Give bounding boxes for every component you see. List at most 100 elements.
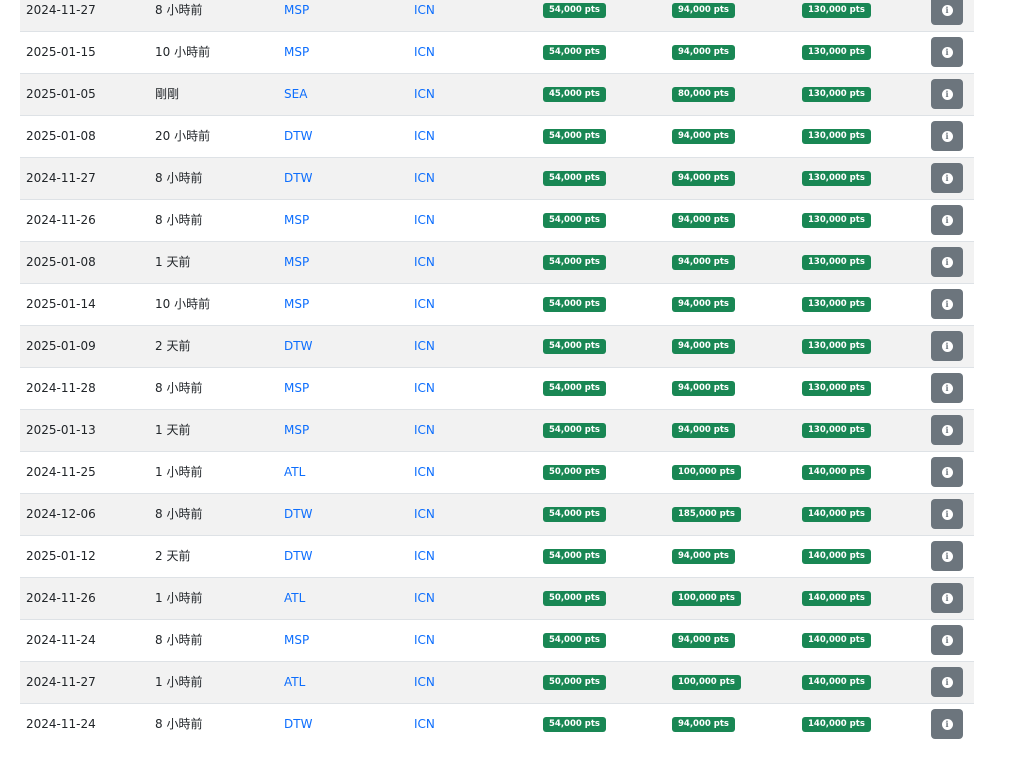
updated-ago-cell: 2 天前 [155,549,191,563]
destination-airport-link[interactable]: ICN [414,171,435,185]
info-button[interactable]: i [931,457,963,487]
updated-ago-cell: 8 小時前 [155,633,203,647]
info-button[interactable]: i [931,709,963,739]
table-row: 2024-11-26 1 小時前 ATL ICN 50,000 pts 100,… [20,577,974,619]
info-icon: i [941,676,953,688]
destination-airport-link[interactable]: ICN [414,129,435,143]
premium-points-badge: 94,000 pts [672,297,735,312]
destination-airport-link[interactable]: ICN [414,87,435,101]
premium-points-badge: 94,000 pts [672,255,735,270]
premium-points-badge: 94,000 pts [672,213,735,228]
origin-airport-link[interactable]: DTW [284,129,312,143]
premium-points-badge: 94,000 pts [672,3,735,18]
info-button[interactable]: i [931,121,963,151]
info-button[interactable]: i [931,289,963,319]
premium-points-badge: 94,000 pts [672,129,735,144]
origin-airport-link[interactable]: MSP [284,3,309,17]
table-body: 2024-11-27 8 小時前 MSP ICN 54,000 pts 94,0… [20,0,974,745]
destination-airport-link[interactable]: ICN [414,591,435,605]
business-points-badge: 130,000 pts [802,129,871,144]
updated-ago-cell: 8 小時前 [155,381,203,395]
economy-points-badge: 54,000 pts [543,255,606,270]
origin-airport-link[interactable]: MSP [284,633,309,647]
updated-ago-cell: 1 天前 [155,255,191,269]
destination-airport-link[interactable]: ICN [414,507,435,521]
destination-airport-link[interactable]: ICN [414,3,435,17]
info-button[interactable]: i [931,331,963,361]
economy-points-badge: 54,000 pts [543,423,606,438]
origin-airport-link[interactable]: MSP [284,423,309,437]
date-cell: 2025-01-12 [26,549,96,563]
premium-points-badge: 100,000 pts [672,675,741,690]
destination-airport-link[interactable]: ICN [414,297,435,311]
info-button[interactable]: i [931,205,963,235]
info-button[interactable]: i [931,625,963,655]
origin-airport-link[interactable]: DTW [284,549,312,563]
info-icon: i [941,466,953,478]
business-points-badge: 130,000 pts [802,171,871,186]
origin-airport-link[interactable]: DTW [284,171,312,185]
origin-airport-link[interactable]: ATL [284,591,305,605]
economy-points-badge: 54,000 pts [543,717,606,732]
economy-points-badge: 54,000 pts [543,339,606,354]
business-points-badge: 130,000 pts [802,3,871,18]
economy-points-badge: 45,000 pts [543,87,606,102]
table-row: 2025-01-12 2 天前 DTW ICN 54,000 pts 94,00… [20,535,974,577]
updated-ago-cell: 1 小時前 [155,591,203,605]
destination-airport-link[interactable]: ICN [414,45,435,59]
destination-airport-link[interactable]: ICN [414,465,435,479]
info-icon: i [941,214,953,226]
destination-airport-link[interactable]: ICN [414,213,435,227]
destination-airport-link[interactable]: ICN [414,675,435,689]
date-cell: 2024-11-27 [26,171,96,185]
info-button[interactable]: i [931,163,963,193]
destination-airport-link[interactable]: ICN [414,717,435,731]
premium-points-badge: 94,000 pts [672,423,735,438]
table-row: 2025-01-15 10 小時前 MSP ICN 54,000 pts 94,… [20,31,974,73]
premium-points-badge: 94,000 pts [672,717,735,732]
info-icon: i [941,130,953,142]
table-row: 2024-11-28 8 小時前 MSP ICN 54,000 pts 94,0… [20,367,974,409]
info-button[interactable]: i [931,583,963,613]
info-button[interactable]: i [931,0,963,25]
info-button[interactable]: i [931,247,963,277]
info-button[interactable]: i [931,499,963,529]
info-button[interactable]: i [931,37,963,67]
info-button[interactable]: i [931,541,963,571]
origin-airport-link[interactable]: SEA [284,87,307,101]
info-button[interactable]: i [931,667,963,697]
info-button[interactable]: i [931,415,963,445]
updated-ago-cell: 1 天前 [155,423,191,437]
destination-airport-link[interactable]: ICN [414,255,435,269]
origin-airport-link[interactable]: DTW [284,339,312,353]
info-button[interactable]: i [931,79,963,109]
origin-airport-link[interactable]: MSP [284,213,309,227]
origin-airport-link[interactable]: ATL [284,465,305,479]
origin-airport-link[interactable]: MSP [284,255,309,269]
origin-airport-link[interactable]: MSP [284,381,309,395]
date-cell: 2025-01-13 [26,423,96,437]
table-row: 2024-11-25 1 小時前 ATL ICN 50,000 pts 100,… [20,451,974,493]
destination-airport-link[interactable]: ICN [414,381,435,395]
info-button[interactable]: i [931,373,963,403]
destination-airport-link[interactable]: ICN [414,633,435,647]
origin-airport-link[interactable]: DTW [284,507,312,521]
origin-airport-link[interactable]: DTW [284,717,312,731]
origin-airport-link[interactable]: MSP [284,297,309,311]
destination-airport-link[interactable]: ICN [414,549,435,563]
origin-airport-link[interactable]: MSP [284,45,309,59]
destination-airport-link[interactable]: ICN [414,423,435,437]
business-points-badge: 130,000 pts [802,339,871,354]
origin-airport-link[interactable]: ATL [284,675,305,689]
info-icon: i [941,634,953,646]
updated-ago-cell: 1 小時前 [155,675,203,689]
table-row: 2024-11-27 1 小時前 ATL ICN 50,000 pts 100,… [20,661,974,703]
date-cell: 2024-11-24 [26,633,96,647]
info-icon: i [941,256,953,268]
info-icon: i [941,508,953,520]
economy-points-badge: 54,000 pts [543,381,606,396]
updated-ago-cell: 8 小時前 [155,507,203,521]
table-row: 2025-01-13 1 天前 MSP ICN 54,000 pts 94,00… [20,409,974,451]
destination-airport-link[interactable]: ICN [414,339,435,353]
premium-points-badge: 100,000 pts [672,591,741,606]
